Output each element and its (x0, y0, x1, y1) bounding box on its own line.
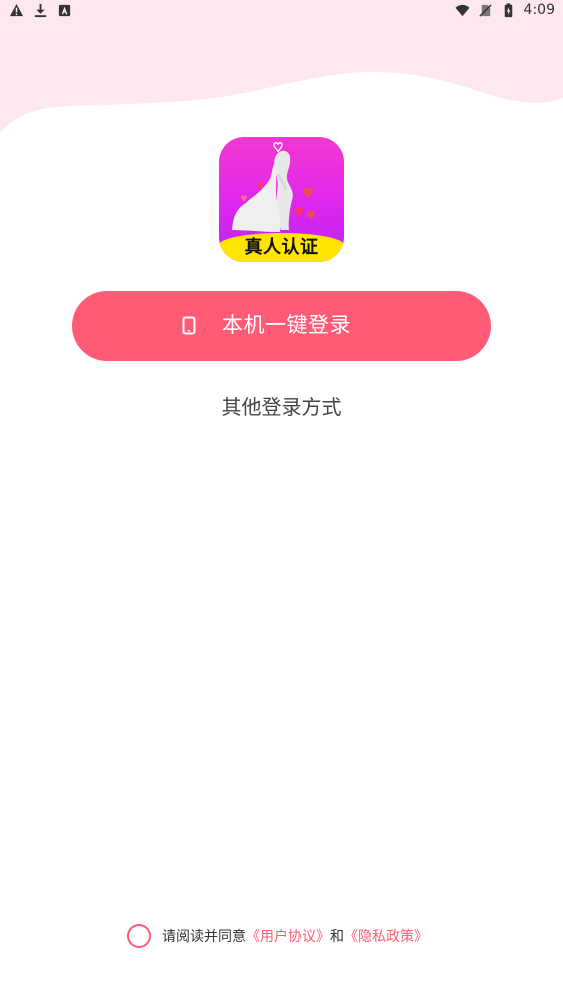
font-icon (58, 4, 71, 17)
agreement-prefix: 请阅读并同意 (162, 929, 246, 945)
status-time: 4:09 (523, 2, 555, 18)
download-icon (34, 3, 47, 18)
login-screen: 4:09 真人认证 本机一键登录 其他登录方式 请阅读并同意 《用户协议》 和 … (0, 0, 563, 1002)
user-agreement-link[interactable]: 《用户协议》 (246, 926, 330, 946)
status-right-icons: 4:09 (455, 2, 555, 18)
one-click-login-button[interactable]: 本机一键登录 (72, 291, 491, 361)
app-logo: 真人认证 (219, 137, 344, 262)
agreement-radio-icon[interactable] (127, 924, 151, 948)
wifi-icon (455, 4, 470, 16)
agreement-row: 请阅读并同意 《用户协议》 和 《隐私政策》 (127, 921, 428, 951)
agreement-conjunction: 和 (330, 929, 344, 945)
phone-icon (182, 316, 196, 335)
privacy-policy-link[interactable]: 《隐私政策》 (344, 926, 428, 946)
status-bar: 4:09 (0, 0, 563, 24)
status-left-icons (9, 3, 72, 18)
one-click-login-label: 本机一键登录 (222, 313, 351, 337)
other-login-methods-link[interactable]: 其他登录方式 (0, 391, 563, 423)
battery-icon (504, 2, 512, 17)
warning-icon (9, 3, 24, 17)
no-sim-icon (478, 3, 492, 17)
real-person-badge: 真人认证 (219, 233, 344, 262)
